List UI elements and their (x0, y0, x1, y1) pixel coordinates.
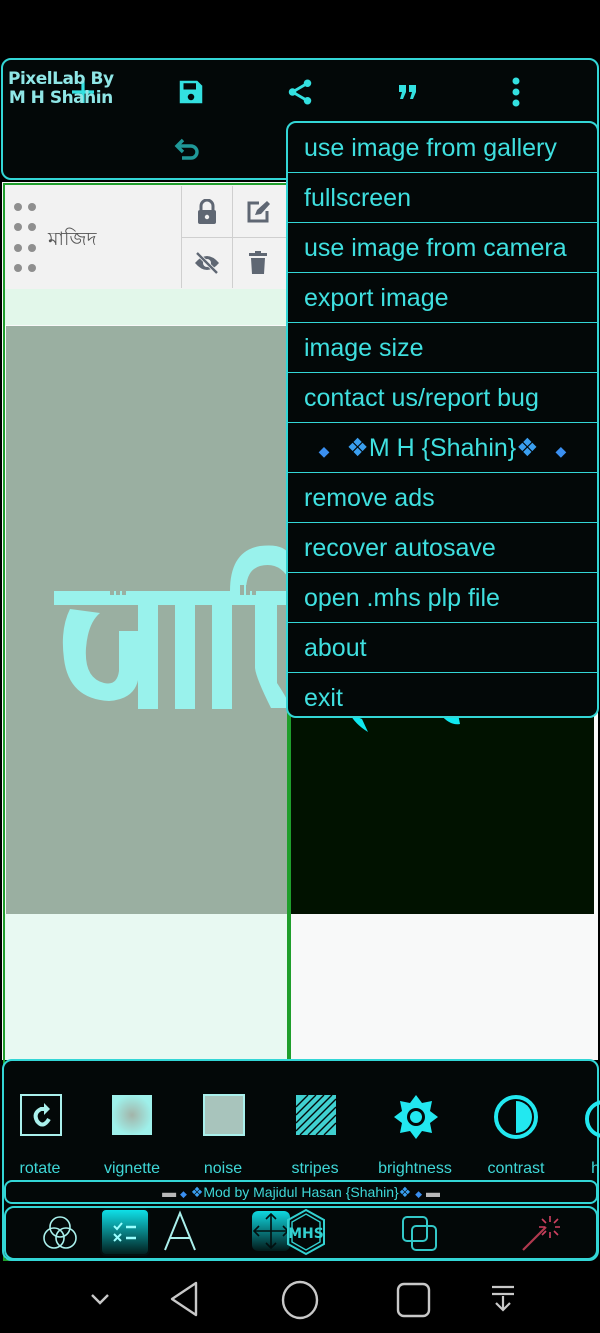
color-blend-icon[interactable] (40, 1213, 80, 1258)
flower-icon: ❖ (398, 1184, 412, 1200)
flower-icon: ❖ (190, 1184, 204, 1200)
menu-item-about[interactable]: about (288, 622, 597, 672)
menu-item-open-plp[interactable]: open .mhs plp file (288, 572, 597, 622)
stripes-icon (295, 1094, 337, 1136)
tool-label-stripes: stripes (291, 1160, 339, 1177)
menu-item-export[interactable]: export image (288, 272, 597, 322)
dash-icon: ▬ (162, 1184, 177, 1200)
mhs-logo-icon[interactable]: MHS (285, 1208, 327, 1261)
flower-icon: ❖ (516, 434, 539, 462)
brightness-icon (394, 1095, 438, 1139)
contrast-icon (494, 1095, 538, 1139)
noise-icon (203, 1094, 245, 1136)
status-bar (0, 0, 600, 58)
tool-noise[interactable] (179, 1093, 269, 1142)
chevron-down-icon[interactable] (88, 1292, 112, 1313)
share-icon[interactable] (280, 72, 320, 112)
overflow-menu: use image from gallery fullscreen use im… (286, 121, 599, 718)
menu-item-exit[interactable]: exit (288, 672, 597, 716)
tool-stripes[interactable] (271, 1093, 361, 1142)
tool-vignette[interactable] (87, 1093, 177, 1142)
menu-item-camera[interactable]: use image from camera (288, 222, 597, 272)
text-icon[interactable] (162, 1210, 198, 1257)
tool-contrast[interactable] (471, 1093, 561, 1146)
dash-icon: ▬ (425, 1184, 440, 1200)
tool-label-brightness: brightness (378, 1160, 452, 1177)
rotate-icon (20, 1094, 62, 1136)
mod-credit: ▬ ◆ ❖Mod by Majidul Hasan {Shahin}❖ ◆ ▬ (4, 1182, 598, 1204)
diamond-icon: ◆ (415, 1189, 423, 1199)
menu-credit-label: M H {Shahin} (368, 434, 517, 462)
back-icon[interactable] (168, 1280, 200, 1323)
menu-item-fullscreen[interactable]: fullscreen (288, 172, 597, 222)
flower-icon: ❖ (346, 434, 369, 462)
tool-brightness[interactable] (371, 1093, 461, 1146)
brand-line-1: PixelLab By (8, 69, 114, 89)
tool-label-hue: h (591, 1160, 600, 1177)
home-icon[interactable] (281, 1280, 319, 1325)
mod-credit-text: Mod by Majidul Hasan {Shahin} (203, 1184, 399, 1200)
save-icon[interactable] (171, 72, 211, 112)
menu-item-credit[interactable]: ◆ ❖M H {Shahin}❖ ◆ (288, 422, 597, 472)
tool-label-rotate: rotate (19, 1160, 61, 1177)
menu-item-contact[interactable]: contact us/report bug (288, 372, 597, 422)
undo-icon[interactable] (168, 128, 208, 168)
menu-item-image-size[interactable]: image size (288, 322, 597, 372)
diamond-icon: ◆ (179, 1189, 187, 1199)
menu-item-recover-autosave[interactable]: recover autosave (288, 522, 597, 572)
canvas-text-fragment (350, 714, 460, 732)
quote-icon[interactable] (388, 72, 428, 112)
app-brand-logo: PixelLab By M H Shahin (8, 70, 114, 108)
tool-hue[interactable] (580, 1098, 600, 1140)
vignette-icon (112, 1095, 152, 1135)
svg-text:MHS: MHS (288, 1226, 324, 1242)
menu-item-gallery[interactable]: use image from gallery (288, 123, 597, 173)
diamond-icon: ◆ (555, 443, 567, 459)
checklist-icon[interactable] (100, 1208, 150, 1256)
hue-icon (585, 1100, 600, 1138)
tool-label-vignette: vignette (103, 1160, 161, 1177)
magic-wand-icon[interactable] (520, 1213, 560, 1258)
tool-label-noise: noise (203, 1160, 243, 1177)
tool-rotate[interactable] (0, 1093, 86, 1142)
more-vert-icon[interactable] (496, 72, 536, 112)
system-nav-bar (0, 1262, 600, 1333)
notification-pull-icon[interactable] (489, 1284, 517, 1321)
layers-icon[interactable] (400, 1214, 440, 1259)
recent-apps-icon[interactable] (396, 1282, 432, 1323)
diamond-icon: ◆ (318, 443, 330, 459)
brand-line-2: M H Shahin (8, 88, 113, 108)
menu-item-remove-ads[interactable]: remove ads (288, 472, 597, 522)
